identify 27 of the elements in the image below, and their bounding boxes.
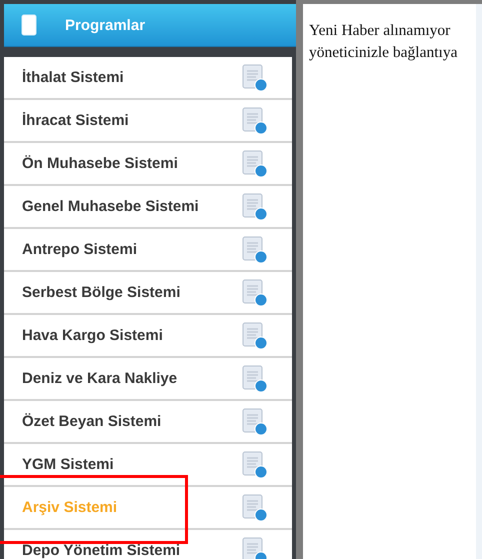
sidebar-item[interactable]: İthalat Sistemi: [4, 57, 292, 100]
message-text: Yeni Haber alınamıyor: [309, 21, 450, 41]
sidebar-item[interactable]: Özet Beyan Sistemi: [4, 401, 292, 444]
help-document-icon[interactable]: [242, 364, 268, 392]
help-document-icon[interactable]: [242, 192, 268, 220]
sidebar-item[interactable]: Hava Kargo Sistemi: [4, 315, 292, 358]
help-document-icon[interactable]: [242, 150, 268, 178]
sidebar-item[interactable]: Depo Yönetim Sistemi: [4, 530, 292, 559]
sidebar-item[interactable]: İhracat Sistemi: [4, 100, 292, 143]
help-document-icon[interactable]: [242, 450, 268, 478]
sidebar-item[interactable]: Ön Muhasebe Sistemi: [4, 143, 292, 186]
help-document-icon[interactable]: [242, 236, 268, 264]
sidebar-item[interactable]: YGM Sistemi: [4, 444, 292, 487]
help-document-icon[interactable]: [242, 536, 268, 559]
help-document-icon[interactable]: [242, 408, 268, 436]
book-icon: [21, 14, 37, 36]
sidebar-item[interactable]: Serbest Bölge Sistemi: [4, 272, 292, 315]
help-document-icon[interactable]: [242, 322, 268, 350]
sidebar-title: Programlar: [65, 16, 146, 34]
help-document-icon[interactable]: [242, 494, 268, 522]
sidebar-item[interactable]: Antrepo Sistemi: [4, 229, 292, 272]
message-text: yöneticinizle bağlantıya: [309, 43, 458, 63]
sidebar-item[interactable]: Genel Muhasebe Sistemi: [4, 186, 292, 229]
help-document-icon[interactable]: [242, 106, 268, 134]
help-document-icon[interactable]: [242, 64, 268, 92]
help-document-icon[interactable]: [242, 278, 268, 306]
sidebar-item[interactable]: Deniz ve Kara Nakliye: [4, 358, 292, 401]
